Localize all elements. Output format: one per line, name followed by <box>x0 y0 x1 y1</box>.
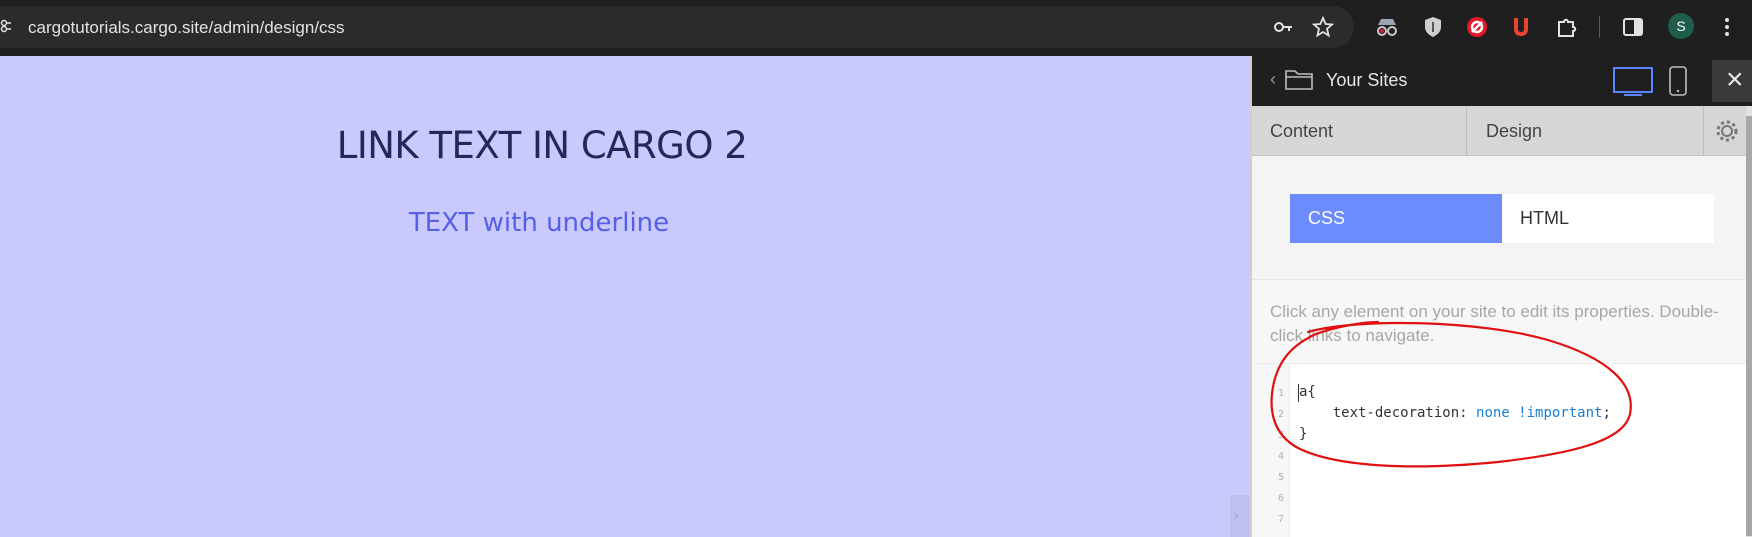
folder-icon[interactable] <box>1284 66 1314 92</box>
css-toggle-button[interactable]: CSS <box>1290 194 1502 243</box>
incognito-extension-icon[interactable] <box>1374 14 1400 40</box>
chevron-right-icon: › <box>1234 507 1239 523</box>
gear-icon <box>1716 120 1738 142</box>
panel-collapse-handle[interactable]: › <box>1230 495 1250 537</box>
help-area: Click any element on your site to edit i… <box>1252 280 1752 364</box>
blocker-extension-icon[interactable] <box>1464 14 1490 40</box>
profile-avatar[interactable]: S <box>1668 13 1694 39</box>
tab-content[interactable]: Content <box>1252 106 1467 156</box>
shield-extension-icon[interactable] <box>1420 14 1446 40</box>
close-icon[interactable]: × <box>1712 60 1752 102</box>
address-bar[interactable]: cargotutorials.cargo.site/admin/design/c… <box>0 6 1354 48</box>
chevron-left-icon[interactable]: ‹ <box>1270 69 1276 90</box>
site-preview[interactable]: LINK TEXT IN CARGO 2 TEXT with underline… <box>0 56 1250 537</box>
html-toggle-button[interactable]: HTML <box>1502 194 1714 243</box>
ublock-extension-icon[interactable] <box>1508 14 1534 40</box>
css-semicolon: ; <box>1602 405 1611 421</box>
code-line-close[interactable]: } <box>1299 426 1307 442</box>
line-number: 2 <box>1278 409 1285 420</box>
side-panel-icon[interactable] <box>1620 14 1646 40</box>
extensions-puzzle-icon[interactable] <box>1554 14 1580 40</box>
mode-toggle: CSS HTML <box>1252 156 1752 280</box>
your-sites-label[interactable]: Your Sites <box>1326 70 1407 91</box>
css-property: text-decoration: <box>1332 405 1477 421</box>
line-number: 7 <box>1278 514 1285 525</box>
line-number: 1 <box>1278 388 1285 399</box>
code-line-selector[interactable]: a{ <box>1299 384 1316 400</box>
panel-scrollbar-thumb[interactable] <box>1746 116 1752 536</box>
panel-tabs: Content Design <box>1252 106 1752 156</box>
password-key-icon[interactable] <box>1272 16 1294 38</box>
browser-toolbar: cargotutorials.cargo.site/admin/design/c… <box>0 0 1752 56</box>
css-value: none !important <box>1476 405 1603 421</box>
line-number: 6 <box>1278 493 1285 504</box>
line-number: 4 <box>1278 451 1285 462</box>
line-number: 3 <box>1278 430 1285 441</box>
line-number-gutter: 1 2 3 4 5 6 7 <box>1252 364 1290 537</box>
underlined-link[interactable]: TEXT with underline <box>0 208 1078 238</box>
tab-design[interactable]: Design <box>1468 106 1704 156</box>
panel-header: ‹ Your Sites × <box>1252 56 1752 106</box>
page-title[interactable]: LINK TEXT IN CARGO 2 <box>0 124 1084 167</box>
mobile-view-icon[interactable] <box>1668 65 1688 97</box>
code-line-declaration[interactable]: text-decoration: none !important; <box>1299 405 1611 421</box>
toolbar-divider <box>1599 16 1600 38</box>
line-number: 5 <box>1278 472 1285 483</box>
url-text[interactable]: cargotutorials.cargo.site/admin/design/c… <box>28 18 345 38</box>
help-text: Click any element on your site to edit i… <box>1270 302 1719 345</box>
desktop-view-icon[interactable] <box>1612 65 1654 97</box>
site-info-icon[interactable] <box>0 18 12 34</box>
bookmark-star-icon[interactable] <box>1312 16 1334 38</box>
more-menu-icon[interactable] <box>1714 14 1740 40</box>
admin-panel: ‹ Your Sites × Content Design CSS HTML C… <box>1250 56 1752 537</box>
css-editor[interactable]: 1 2 3 4 5 6 7 a{ text-decoration: none !… <box>1252 364 1752 537</box>
